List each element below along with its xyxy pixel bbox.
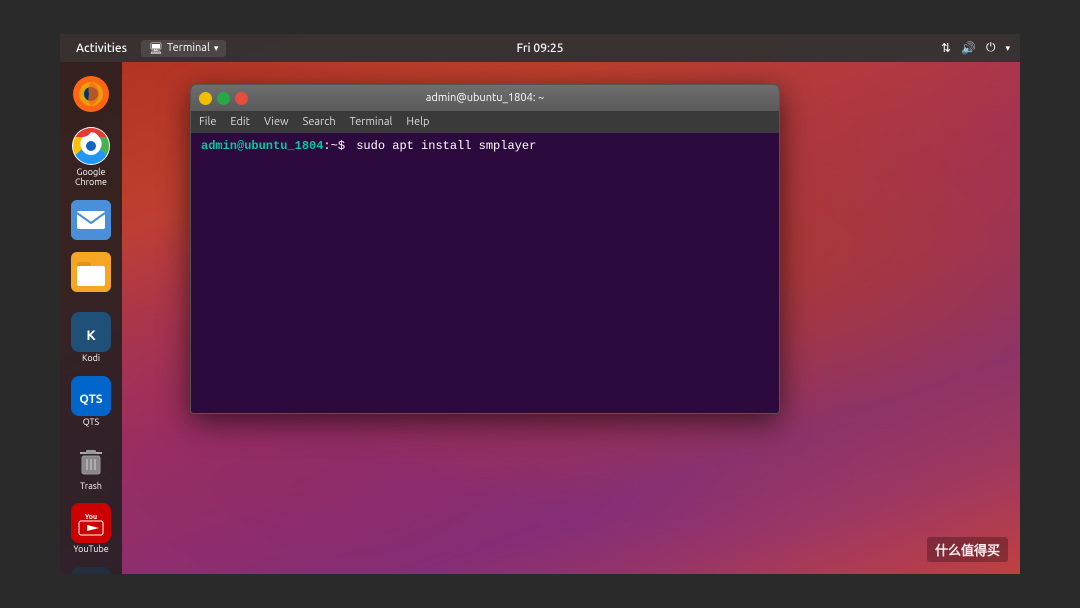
kodi-label: Kodi — [82, 354, 100, 364]
terminal-titlebar: admin@ubuntu_1804: ~ — [191, 85, 779, 111]
watermark: 什么值得买 — [927, 537, 1008, 562]
email-icon — [71, 200, 111, 240]
chevron-down-icon: ▾ — [214, 43, 219, 54]
terminal-controls — [199, 92, 248, 105]
youtube-icon: You — [71, 503, 111, 543]
files-icon — [71, 252, 111, 292]
terminal-command-text: sudo apt install smplayer — [356, 139, 536, 153]
network-icon[interactable]: ⇅ — [941, 41, 951, 55]
svg-text:K: K — [86, 327, 96, 343]
volume-icon[interactable]: 🔊 — [961, 41, 976, 55]
terminal-menubar: File Edit View Search Terminal Help — [191, 111, 779, 133]
terminal-menu-file[interactable]: File — [199, 116, 216, 128]
terminal-body[interactable]: admin@ubuntu_1804:~$ sudo apt install sm… — [191, 133, 779, 413]
sidebar-item-amazon[interactable]: a — [67, 563, 115, 574]
chrome-icon — [71, 126, 111, 166]
terminal-maximize-button[interactable] — [217, 92, 230, 105]
trash-label: Trash — [80, 482, 102, 492]
time-display: Fri 09:25 — [517, 42, 564, 55]
trash-icon — [71, 440, 111, 480]
terminal-prompt-user: admin@ubuntu_1804 — [201, 139, 323, 153]
chrome-label: Google Chrome — [67, 168, 115, 188]
sidebar-item-trash[interactable]: Trash — [67, 436, 115, 496]
sidebar-item-firefox[interactable] — [67, 70, 115, 118]
sidebar-item-google-chrome[interactable]: Google Chrome — [67, 122, 115, 192]
qts-label: QTS — [83, 418, 100, 428]
sidebar-item-kodi[interactable]: K Kodi — [67, 308, 115, 368]
top-panel: Activities 🖥 Terminal ▾ Fri 09:25 ⇅ 🔊 ⏻ … — [60, 34, 1020, 62]
terminal-menu-search[interactable]: Search — [303, 116, 336, 128]
firefox-icon — [71, 74, 111, 114]
clock: Fri 09:25 — [517, 42, 564, 55]
amazon-icon: a — [71, 567, 111, 574]
terminal-title: admin@ubuntu_1804: ~ — [426, 92, 544, 104]
chevron-down-icon[interactable]: ▾ — [1005, 43, 1010, 54]
sidebar-dock: Google Chrome — [60, 62, 122, 574]
monitor: Activities 🖥 Terminal ▾ Fri 09:25 ⇅ 🔊 ⏻ … — [0, 0, 1080, 608]
activities-button[interactable]: Activities — [70, 40, 133, 57]
svg-text:You: You — [85, 513, 97, 521]
top-panel-right: ⇅ 🔊 ⏻ ▾ — [941, 41, 1010, 55]
screen: Activities 🖥 Terminal ▾ Fri 09:25 ⇅ 🔊 ⏻ … — [60, 34, 1020, 574]
terminal-window: admin@ubuntu_1804: ~ File Edit View Sear… — [190, 84, 780, 414]
terminal-menu-view[interactable]: View — [264, 116, 289, 128]
youtube-label: YouTube — [73, 545, 108, 555]
sidebar-item-youtube[interactable]: You YouTube — [67, 499, 115, 559]
terminal-minimize-button[interactable] — [199, 92, 212, 105]
svg-text:QTS: QTS — [79, 393, 102, 406]
terminal-menu-edit[interactable]: Edit — [230, 116, 250, 128]
terminal-icon: 🖥 — [149, 42, 163, 55]
terminal-indicator-label: Terminal — [167, 42, 210, 54]
terminal-close-button[interactable] — [235, 92, 248, 105]
sidebar-item-email[interactable] — [67, 196, 115, 244]
sidebar-item-files[interactable] — [67, 248, 115, 296]
qts-icon: QTS — [71, 376, 111, 416]
terminal-command-line: admin@ubuntu_1804:~$ sudo apt install sm… — [201, 139, 769, 153]
terminal-indicator[interactable]: 🖥 Terminal ▾ — [141, 40, 226, 57]
terminal-menu-help[interactable]: Help — [406, 116, 429, 128]
terminal-menu-terminal[interactable]: Terminal — [350, 116, 393, 128]
power-icon[interactable]: ⏻ — [986, 41, 996, 55]
top-panel-left: Activities 🖥 Terminal ▾ — [70, 40, 226, 57]
kodi-icon: K — [71, 312, 111, 352]
sidebar-item-qts[interactable]: QTS QTS — [67, 372, 115, 432]
